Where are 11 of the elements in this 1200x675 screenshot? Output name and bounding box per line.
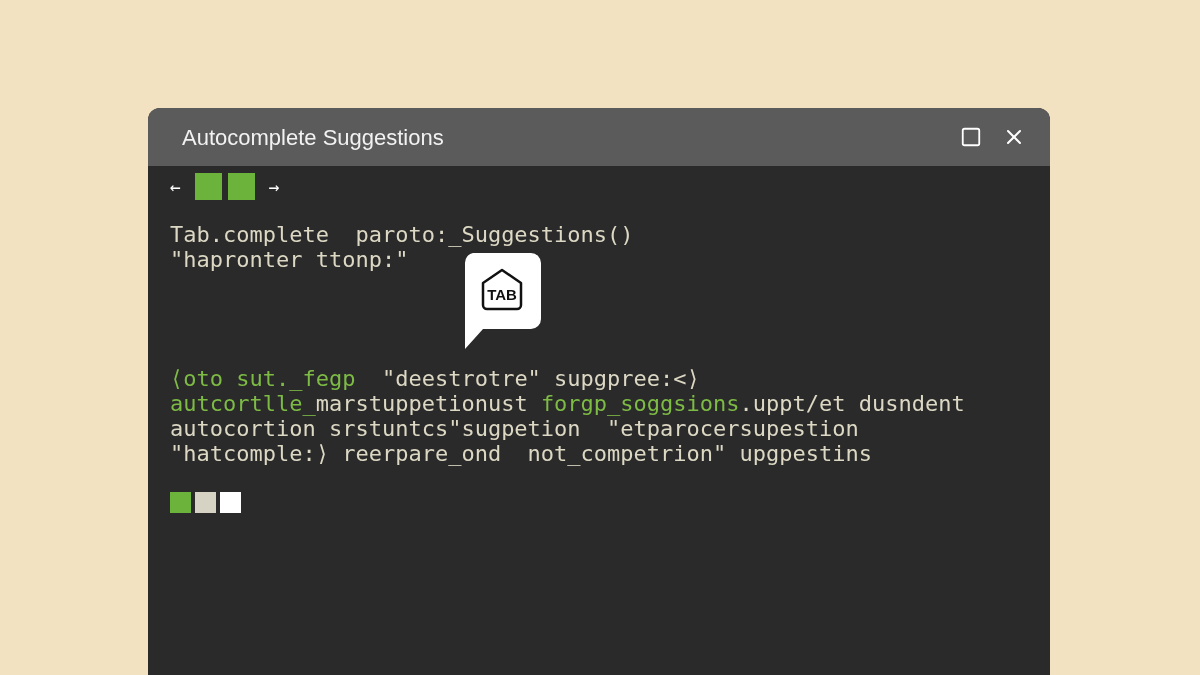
code-line: "hatcomple:⟩ reerpare_ond not_competrion" upgpestins <box>170 441 873 466</box>
code-line: "hapronter ttonp:" <box>170 247 410 272</box>
tab-key-label: TAB <box>486 286 518 304</box>
maximize-icon[interactable] <box>960 126 982 148</box>
window-title: Autocomplete Suggestions <box>182 123 444 152</box>
code-line: autocortion srstuntcs"sugpetion "etparocersupestion <box>170 416 860 441</box>
code-line: ⟨oto sut._fegp "deestrotre" supgpree:<⟩ <box>170 366 701 391</box>
forward-button[interactable]: → <box>268 172 280 200</box>
code-line: autcortlle_marstuppetionust forgp_soggsions.uppt/et dusndent <box>170 391 966 416</box>
code-line: Tab.complete paroto:_Suggestions() <box>170 222 635 247</box>
back-button[interactable]: ← <box>170 172 181 200</box>
